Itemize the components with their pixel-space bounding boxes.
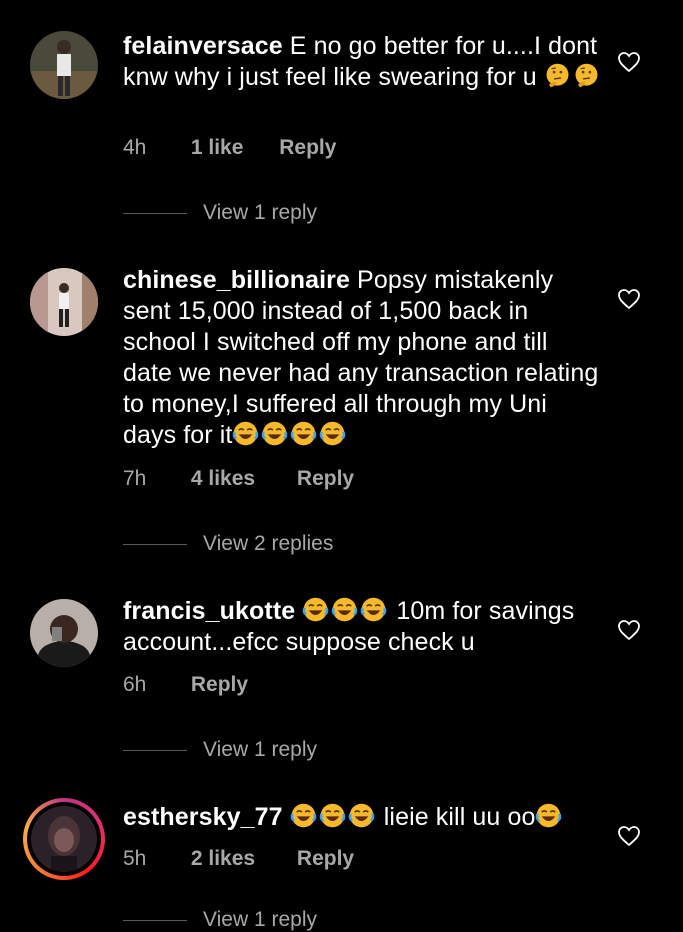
comment-body: lieie kill uu oo (383, 803, 536, 831)
username[interactable]: esthersky_77 (123, 803, 283, 831)
reply-button[interactable]: Reply (297, 467, 354, 491)
comment-meta: 6h Reply (123, 673, 248, 697)
comment-text: felainversace E no go better for u....I … (123, 31, 603, 93)
laughing-face-icon (290, 802, 317, 829)
likes-count[interactable]: 1 like (191, 136, 244, 160)
divider (123, 212, 187, 214)
laughing-face-icon (319, 420, 346, 447)
view-replies-label: View 1 reply (203, 738, 318, 761)
timestamp: 7h (123, 467, 147, 490)
comment-text: francis_ukotte 10m for savings account..… (123, 596, 603, 658)
comment-meta: 4h 1 like Reply (123, 136, 336, 160)
laughing-face-icon (232, 420, 259, 447)
heart-icon[interactable] (617, 619, 641, 641)
laughing-face-icon (360, 596, 387, 623)
divider (123, 543, 187, 545)
thinking-face-icon (544, 62, 571, 89)
avatar[interactable] (30, 599, 98, 667)
divider (123, 749, 187, 751)
timestamp: 4h (123, 136, 147, 159)
username[interactable]: francis_ukotte (123, 597, 295, 625)
username[interactable]: chinese_billionaire (123, 266, 350, 294)
heart-icon[interactable] (617, 825, 641, 847)
avatar[interactable] (23, 798, 105, 880)
divider (123, 919, 187, 921)
laughing-face-icon (290, 420, 317, 447)
reply-button[interactable]: Reply (191, 673, 248, 697)
story-ring-gap (27, 802, 101, 876)
laughing-face-icon (535, 802, 562, 829)
thinking-face-icon (573, 62, 600, 89)
avatar[interactable] (30, 31, 98, 99)
comment-text: chinese_billionaire Popsy mistakenly sen… (123, 265, 603, 451)
view-replies-button[interactable]: View 2 replies (123, 532, 333, 556)
laughing-face-icon (261, 420, 288, 447)
view-replies-button[interactable]: View 1 reply (123, 201, 317, 225)
view-replies-label: View 2 replies (203, 532, 334, 555)
username[interactable]: felainversace (123, 32, 283, 60)
view-replies-label: View 1 reply (203, 908, 318, 931)
comment-meta: 5h 2 likes Reply (123, 847, 354, 871)
likes-count[interactable]: 2 likes (191, 847, 255, 871)
timestamp: 5h (123, 847, 147, 870)
view-replies-label: View 1 reply (203, 201, 318, 224)
laughing-face-icon (302, 596, 329, 623)
view-replies-button[interactable]: View 1 reply (123, 908, 317, 932)
heart-icon[interactable] (617, 288, 641, 310)
laughing-face-icon (331, 596, 358, 623)
reply-button[interactable]: Reply (297, 847, 354, 871)
avatar[interactable] (30, 268, 98, 336)
avatar-image (31, 806, 97, 872)
likes-count[interactable]: 4 likes (191, 467, 255, 491)
comment-text: esthersky_77 lieie kill uu oo (123, 802, 603, 833)
comment-meta: 7h 4 likes Reply (123, 467, 354, 491)
heart-icon[interactable] (617, 51, 641, 73)
laughing-face-icon (319, 802, 346, 829)
view-replies-button[interactable]: View 1 reply (123, 738, 317, 762)
laughing-face-icon (348, 802, 375, 829)
reply-button[interactable]: Reply (279, 136, 336, 160)
timestamp: 6h (123, 673, 147, 696)
